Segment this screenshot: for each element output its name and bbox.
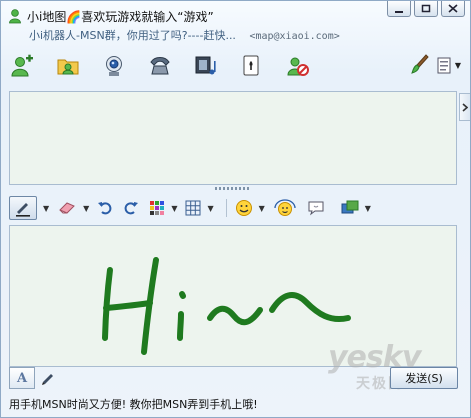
input-mode-tabs: A xyxy=(9,367,61,389)
pen-icon[interactable] xyxy=(9,196,37,220)
close-icon[interactable] xyxy=(441,1,465,17)
separator xyxy=(225,199,227,217)
chat-window: 小i地图🌈喜欢玩游戏就输入“游戏” 小i机器人-MSN群，你用过了吗?----赶… xyxy=(0,0,471,418)
film-music-icon[interactable] xyxy=(193,53,219,79)
contact-email: <map@xiaoi.com> xyxy=(249,31,340,42)
menu-icon[interactable]: ▼ xyxy=(436,56,461,76)
chevron-right-icon xyxy=(462,102,468,112)
chevron-down-icon: ▼ xyxy=(454,61,461,70)
toolbar-right: ▼ xyxy=(410,53,461,78)
color-grid-icon[interactable] xyxy=(149,197,165,219)
ink-stroke xyxy=(102,267,113,341)
resize-grip[interactable] xyxy=(215,187,251,190)
text-mode-tab[interactable]: A xyxy=(9,367,35,389)
ink-stroke xyxy=(103,300,153,311)
smiley-icon[interactable] xyxy=(235,197,253,219)
msn-buddy-icon xyxy=(9,9,21,24)
chevron-down-icon[interactable]: ▼ xyxy=(259,204,265,213)
voice-icon[interactable] xyxy=(341,197,359,219)
window-title: 小i地图🌈喜欢玩游戏就输入“游戏” xyxy=(27,9,214,24)
ink-stroke xyxy=(207,305,263,326)
add-user-icon[interactable] xyxy=(9,53,35,79)
grid-icon[interactable] xyxy=(185,197,201,219)
minimize-icon[interactable] xyxy=(387,1,411,17)
send-button[interactable]: 发送(S) xyxy=(390,367,458,389)
undo-icon[interactable] xyxy=(97,197,113,219)
expand-panel-button[interactable] xyxy=(459,93,470,121)
maximize-icon[interactable] xyxy=(414,1,438,17)
ink-stroke xyxy=(269,292,351,322)
window-controls xyxy=(387,1,465,17)
main-toolbar: ▼ xyxy=(9,50,461,82)
nudge-icon[interactable] xyxy=(307,197,325,219)
chevron-down-icon[interactable]: ▼ xyxy=(83,204,89,213)
brush-icon[interactable] xyxy=(410,53,430,78)
ink-stroke xyxy=(179,291,186,299)
chevron-down-icon[interactable]: ▼ xyxy=(171,204,177,213)
format-toolbar: ▼ ▼ ▼ ▼ ▼ ▼ xyxy=(9,194,455,222)
ink-stroke xyxy=(177,311,184,341)
title-bar: 小i地图🌈喜欢玩游戏就输入“游戏” xyxy=(7,7,214,25)
subtitle-text: 小i机器人-MSN群，你用过了吗?----赶快... xyxy=(29,29,236,42)
wink-icon[interactable] xyxy=(273,197,297,219)
webcam-icon[interactable] xyxy=(101,53,127,79)
folder-share-icon[interactable] xyxy=(55,53,81,79)
personal-message: 小i机器人-MSN群，你用过了吗?----赶快... <map@xiaoi.co… xyxy=(29,27,340,43)
phone-icon[interactable] xyxy=(147,53,173,79)
footer-ad-link[interactable]: 用手机MSN时尚又方便! 教你把MSN弄到手机上哦! xyxy=(9,396,258,412)
ink-mode-tab[interactable] xyxy=(35,367,61,389)
chevron-down-icon[interactable]: ▼ xyxy=(365,204,371,213)
redo-icon[interactable] xyxy=(123,197,139,219)
games-icon[interactable] xyxy=(239,53,265,79)
conversation-history[interactable] xyxy=(9,91,457,185)
pen-icon xyxy=(42,374,53,385)
chevron-down-icon[interactable]: ▼ xyxy=(43,204,49,213)
eraser-icon[interactable] xyxy=(57,197,77,219)
chevron-down-icon[interactable]: ▼ xyxy=(207,204,213,213)
block-user-icon[interactable] xyxy=(285,53,311,79)
